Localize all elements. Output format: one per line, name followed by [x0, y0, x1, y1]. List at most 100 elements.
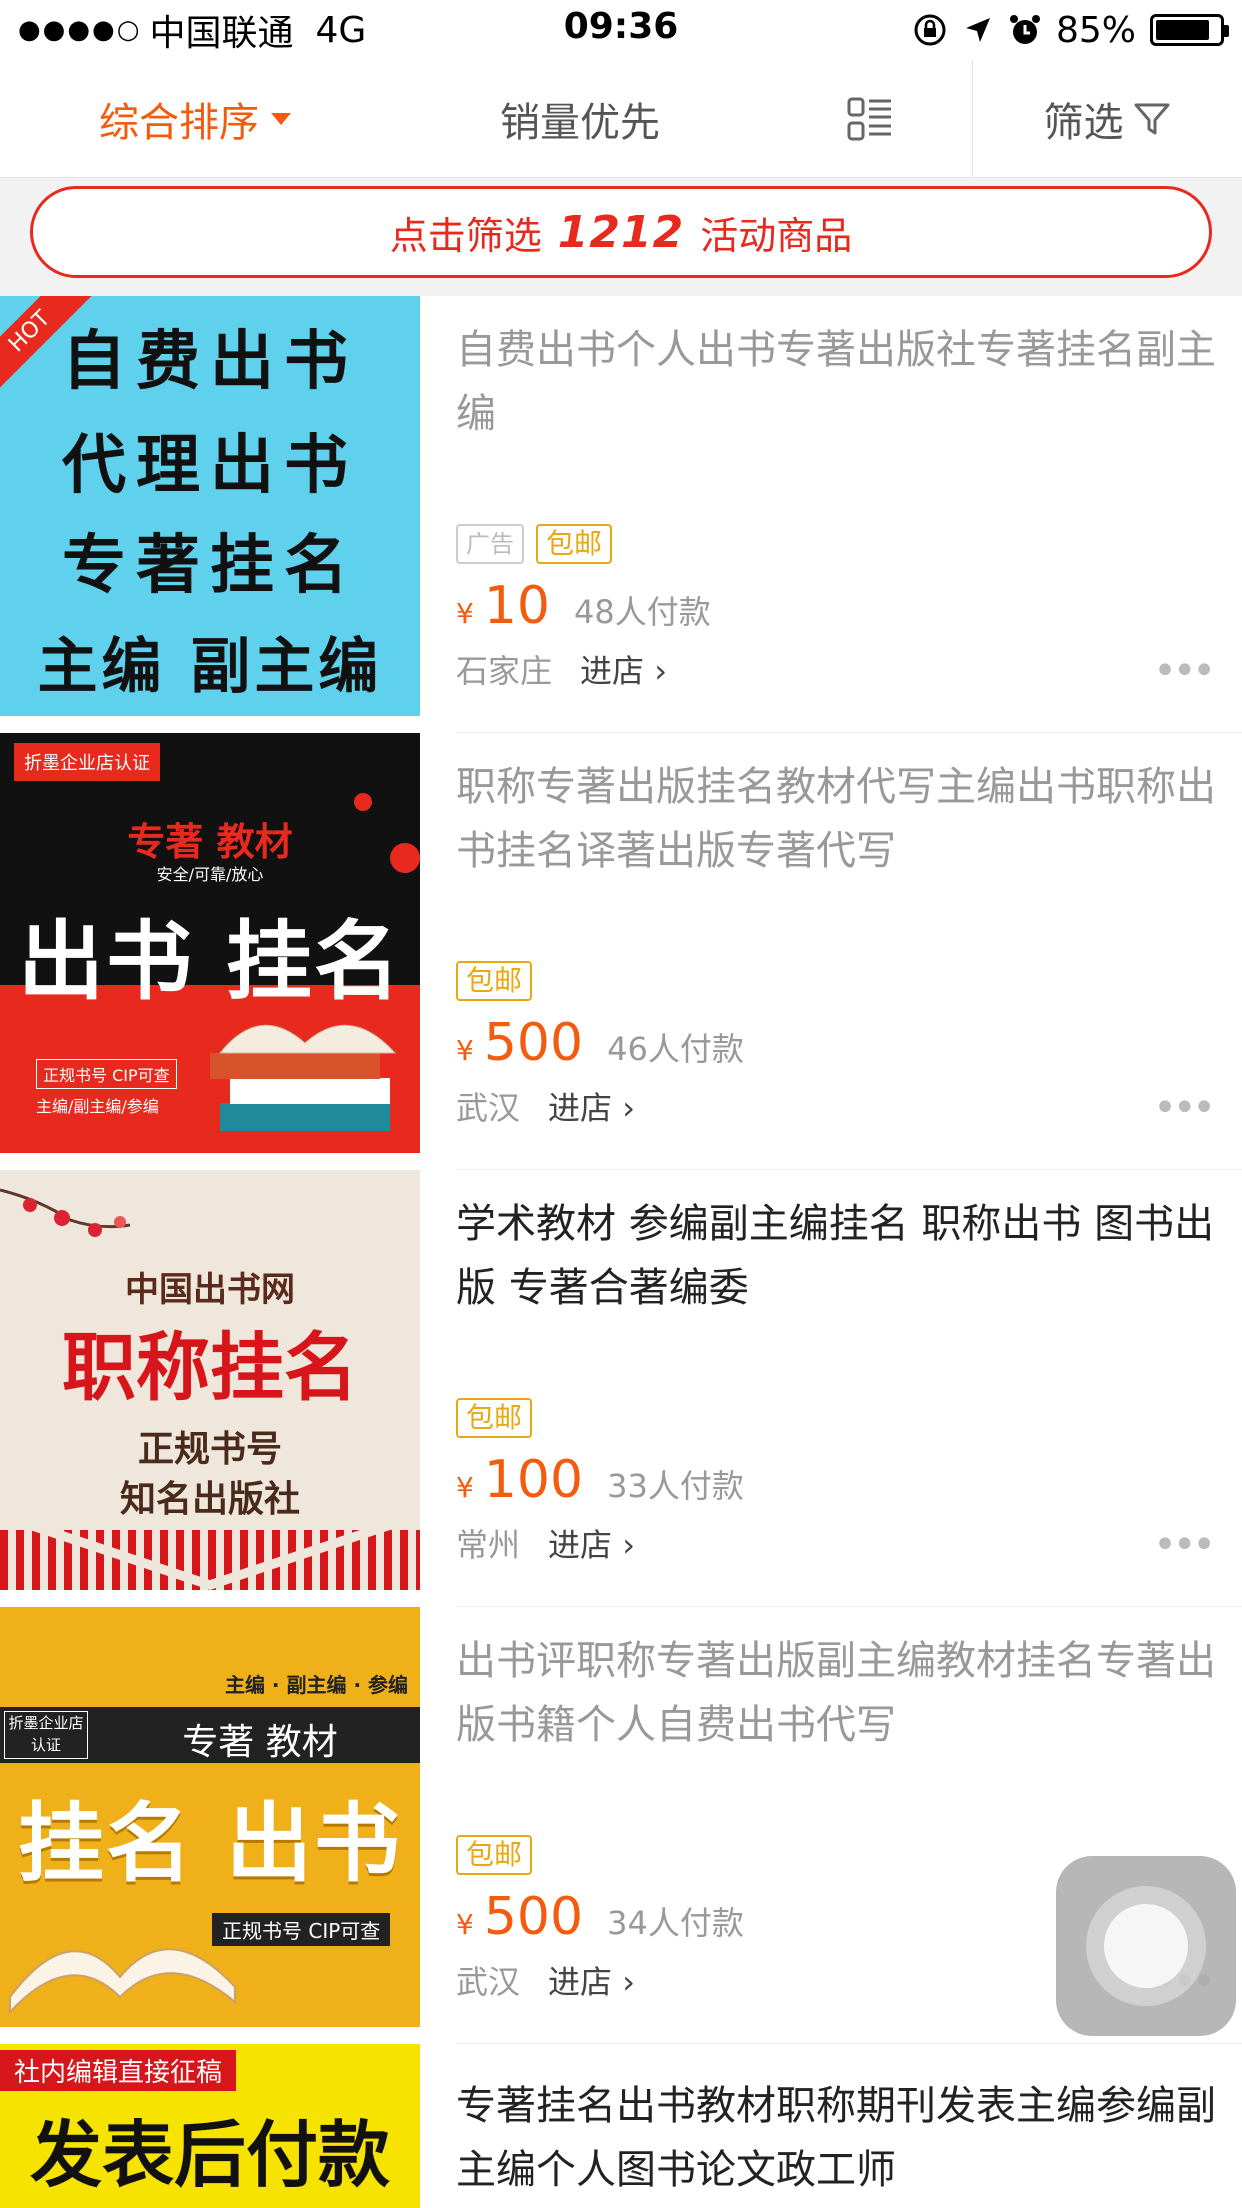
free-shipping-tag: 包邮	[456, 1835, 533, 1875]
price-line: ¥ 10 48人付款	[456, 576, 711, 636]
cert-line: 认证	[30, 1736, 61, 1754]
paid-count: 46人付款	[607, 1030, 744, 1068]
chevron-decor	[0, 1510, 420, 1590]
enter-store-label: 进店	[548, 1089, 613, 1127]
store-cert-badge: 折墨企业店认证	[4, 1711, 88, 1759]
more-options-icon[interactable]: •••	[1153, 648, 1216, 694]
promo-area: 点击筛选 1212 活动商品	[0, 178, 1242, 296]
thumb-subtitle: 专著 教材	[182, 1722, 338, 1763]
product-title[interactable]: 职称专著出版挂名教材代写主编出书职称出书挂名译著出版专著代写	[456, 755, 1216, 883]
list-view-icon	[847, 97, 891, 141]
currency-symbol: ¥	[456, 1908, 474, 1941]
filter-label: 筛选	[1043, 100, 1124, 146]
cert-line: 折墨企业店	[8, 1714, 84, 1732]
location-icon	[965, 18, 990, 42]
battery-icon	[1150, 14, 1229, 46]
promo-prefix: 点击筛选	[389, 213, 542, 258]
status-bar: ●●●●○ 中国联通 4G 09:36 85%	[0, 0, 1242, 60]
product-thumbnail[interactable]: 中国出书网 职称挂名 正规书号 知名出版社	[0, 1170, 420, 1590]
product-tags: 包邮	[456, 961, 533, 1001]
decor-dot	[354, 793, 372, 811]
chevron-right-icon: ›	[622, 1963, 635, 2001]
sort-comprehensive-label: 综合排序	[99, 100, 259, 146]
product-price: 100	[483, 1450, 584, 1510]
enter-store-link[interactable]: 进店 ›	[548, 1957, 635, 2003]
promo-suffix: 活动商品	[700, 213, 853, 258]
free-shipping-tag: 包邮	[536, 524, 613, 564]
product-price: 500	[483, 1013, 584, 1073]
paid-count: 33人付款	[607, 1467, 744, 1505]
promo-filter-button[interactable]: 点击筛选 1212 活动商品	[30, 186, 1212, 278]
thumb-headline: 发表后付款	[29, 2113, 390, 2197]
product-item[interactable]: 折墨企业店认证 专著 教材 安全/可靠/放心 出书 挂名 正规书号 CIP可查 …	[0, 733, 1242, 1170]
filter-button[interactable]: 筛选	[973, 60, 1242, 178]
store-line: 武汉 进店 ›	[456, 1957, 635, 2003]
product-thumbnail[interactable]: 主编 · 副主编 · 参编 折墨企业店 认证 专著 教材 挂名 出书 正规书号 C…	[0, 1607, 420, 2027]
thumb-note: 主编/副主编/参编	[36, 1097, 159, 1116]
paid-count: 34人付款	[607, 1904, 744, 1942]
thumb-note: 正规书号 CIP可查	[36, 1059, 177, 1089]
price-line: ¥ 100 33人付款	[456, 1450, 744, 1510]
product-price: 10	[483, 576, 550, 636]
chevron-right-icon: ›	[622, 1089, 635, 1127]
product-item[interactable]: 中国出书网 职称挂名 正规书号 知名出版社 学术教材 参编副主编挂名 职称出书 …	[0, 1170, 1242, 1607]
thumb-line: 专著挂名	[62, 528, 358, 603]
thumb-headline: 职称挂名	[62, 1325, 358, 1411]
battery-percent: 85%	[1055, 9, 1136, 51]
store-cert-badge: 折墨企业店认证	[14, 743, 160, 781]
product-tags: 包邮	[456, 1398, 533, 1438]
price-line: ¥ 500 46人付款	[456, 1013, 744, 1073]
product-tags: 包邮	[456, 1835, 533, 1875]
store-line: 石家庄 进店 ›	[456, 646, 667, 692]
sort-bar: 综合排序 销量优先 筛选	[0, 60, 1242, 178]
store-city: 常州	[456, 1526, 521, 1564]
product-item[interactable]: HOT 自费出书 代理出书 专著挂名 主编 副主编 自费出书个人出书专著出版社专…	[0, 296, 1242, 733]
thumb-line: 主编 副主编	[37, 632, 383, 702]
sort-comprehensive-tab[interactable]: 综合排序	[0, 60, 390, 178]
books-illustration	[210, 1024, 397, 1131]
assistive-touch-button[interactable]	[1056, 1856, 1236, 2036]
product-title[interactable]: 学术教材 参编副主编挂名 职称出书 图书出版 专著合著编委	[456, 1192, 1216, 1320]
store-city: 武汉	[456, 1963, 521, 2001]
thumb-line: 代理出书	[62, 428, 358, 503]
thumb-roles: 主编 · 副主编 · 参编	[224, 1673, 408, 1697]
product-title[interactable]: 自费出书个人出书专著出版社专著挂名副主编	[456, 318, 1216, 446]
free-shipping-tag: 包邮	[456, 961, 533, 1001]
currency-symbol: ¥	[456, 1471, 474, 1504]
store-city: 武汉	[456, 1089, 521, 1127]
more-options-icon[interactable]: •••	[1153, 1085, 1216, 1131]
enter-store-link[interactable]: 进店 ›	[580, 646, 667, 692]
enter-store-link[interactable]: 进店 ›	[548, 1083, 635, 1129]
thumb-line: 自费出书	[62, 324, 358, 399]
product-thumbnail[interactable]: 社内编辑直接征稿 发表后付款	[0, 2044, 420, 2208]
store-city: 石家庄	[456, 652, 553, 690]
thumb-subtitle: 专著 教材	[127, 820, 293, 864]
more-options-icon[interactable]: •••	[1153, 1522, 1216, 1568]
thumb-top-label: 社内编辑直接征稿	[0, 2050, 237, 2091]
view-toggle-button[interactable]	[770, 60, 970, 178]
product-item[interactable]: 社内编辑直接征稿 发表后付款 专著挂名出书教材职称期刊发表主编参编副主编个人图书…	[0, 2044, 1242, 2208]
product-title[interactable]: 出书评职称专著出版副主编教材挂名专著出版书籍个人自费出书代写	[456, 1629, 1216, 1757]
product-tags: 广告 包邮	[456, 524, 613, 564]
filter-funnel-icon	[1134, 103, 1169, 135]
enter-store-label: 进店	[548, 1963, 613, 2001]
thumb-tagline: 安全/可靠/放心	[156, 865, 264, 884]
product-thumbnail[interactable]: HOT 自费出书 代理出书 专著挂名 主编 副主编	[0, 296, 420, 716]
open-book-illustration	[9, 1948, 236, 2015]
alarm-icon	[1009, 15, 1040, 44]
enter-store-label: 进店	[580, 652, 645, 690]
caret-down-icon	[271, 113, 291, 125]
currency-symbol: ¥	[456, 1034, 474, 1067]
chevron-right-icon: ›	[654, 652, 667, 690]
rotation-lock-icon	[914, 14, 946, 46]
product-title[interactable]: 专著挂名出书教材职称期刊发表主编参编副主编个人图书论文政工师	[456, 2074, 1216, 2202]
sort-sales-tab[interactable]: 销量优先	[390, 60, 770, 178]
battery-fill	[1156, 20, 1209, 40]
assistive-core	[1104, 1904, 1188, 1988]
store-line: 武汉 进店 ›	[456, 1083, 635, 1129]
enter-store-link[interactable]: 进店 ›	[548, 1520, 635, 1566]
product-price: 500	[483, 1887, 584, 1947]
store-line: 常州 进店 ›	[456, 1520, 635, 1566]
plum-blossom-decor	[0, 1188, 131, 1237]
product-thumbnail[interactable]: 折墨企业店认证 专著 教材 安全/可靠/放心 出书 挂名 正规书号 CIP可查 …	[0, 733, 420, 1153]
